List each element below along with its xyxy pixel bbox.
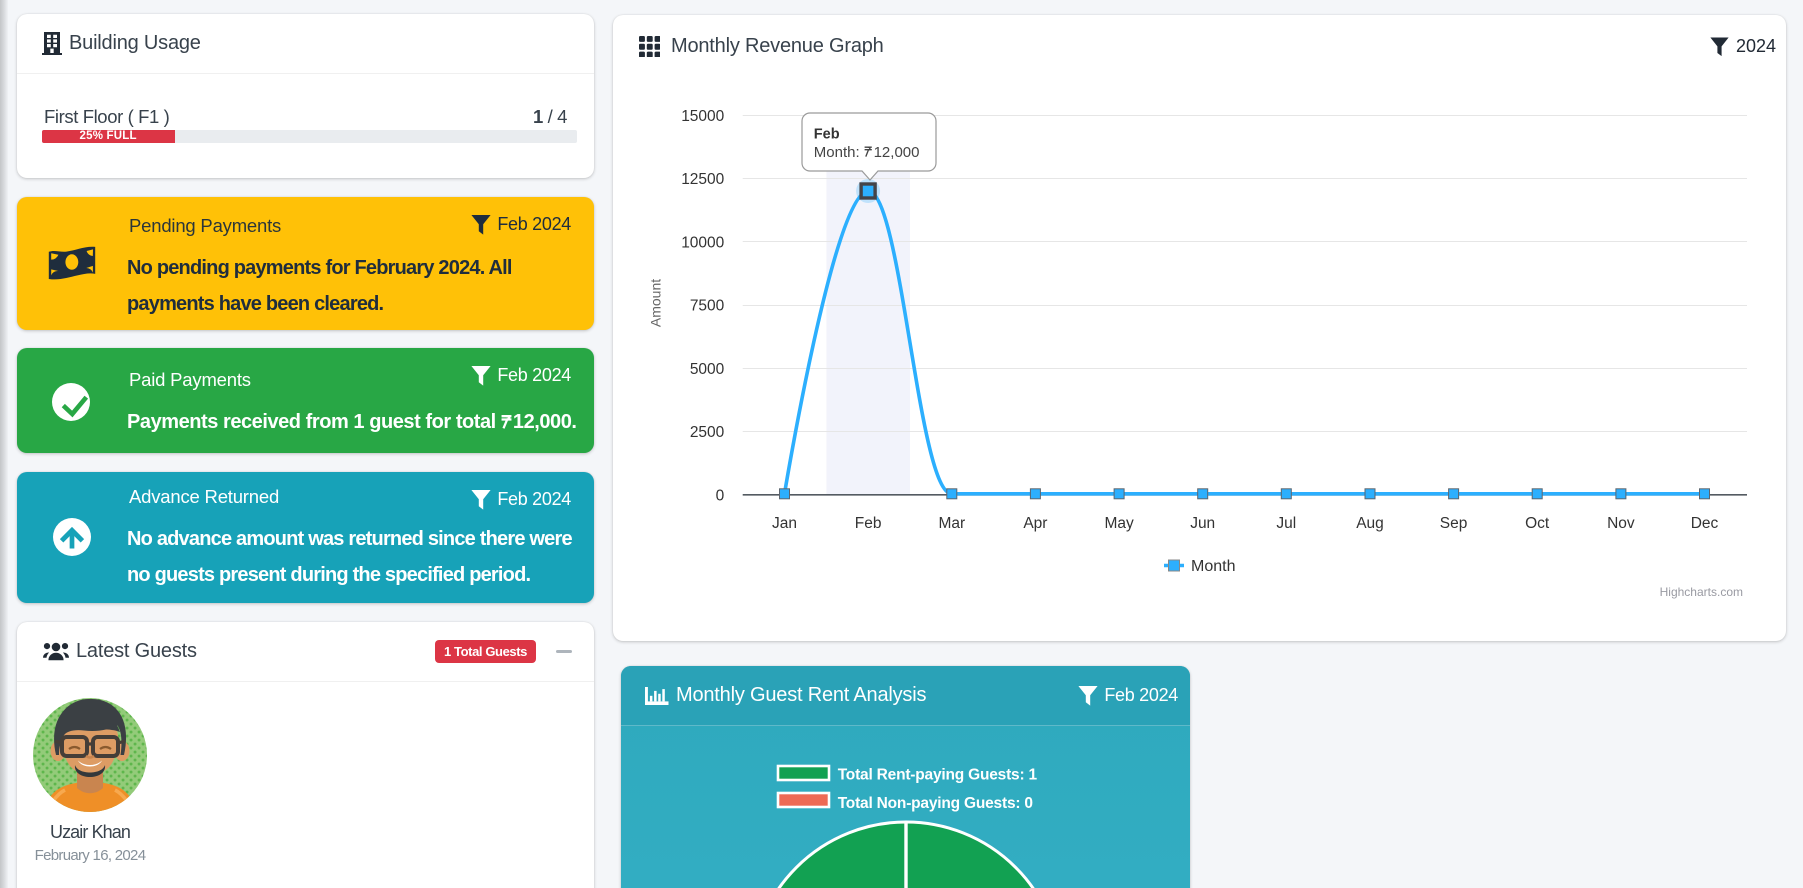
- svg-text:Mar: Mar: [938, 515, 965, 532]
- svg-text:Dec: Dec: [1691, 515, 1719, 532]
- svg-text:Total Rent-paying Guests: 1: Total Rent-paying Guests: 1: [838, 767, 1038, 784]
- svg-text:Jun: Jun: [1190, 515, 1215, 532]
- svg-text:Month:: Month:: [814, 144, 860, 161]
- svg-text:Jul: Jul: [1276, 515, 1296, 532]
- svg-text:5000: 5000: [690, 361, 725, 378]
- svg-text:Highcharts.com: Highcharts.com: [1660, 585, 1743, 599]
- svg-text:7500: 7500: [690, 298, 725, 315]
- svg-text:Sep: Sep: [1440, 515, 1468, 532]
- svg-text:Feb: Feb: [814, 127, 840, 143]
- svg-text:Aug: Aug: [1356, 515, 1384, 532]
- svg-text:12500: 12500: [681, 171, 724, 188]
- svg-text:10000: 10000: [681, 234, 724, 251]
- svg-text:May: May: [1104, 515, 1134, 532]
- svg-text:12,000: 12,000: [874, 144, 920, 161]
- svg-text:Apr: Apr: [1023, 515, 1047, 532]
- svg-text:Total Non-paying Guests: 0: Total Non-paying Guests: 0: [838, 795, 1033, 812]
- svg-text:Amount: Amount: [648, 279, 664, 327]
- svg-text:Jan: Jan: [772, 515, 797, 532]
- svg-text:Nov: Nov: [1607, 515, 1635, 532]
- svg-text:Oct: Oct: [1525, 515, 1550, 532]
- svg-text:Month: Month: [1191, 558, 1235, 575]
- svg-text:2500: 2500: [690, 424, 725, 441]
- svg-text:0: 0: [716, 488, 725, 505]
- svg-text:15000: 15000: [681, 108, 724, 125]
- svg-text:Feb: Feb: [855, 515, 882, 532]
